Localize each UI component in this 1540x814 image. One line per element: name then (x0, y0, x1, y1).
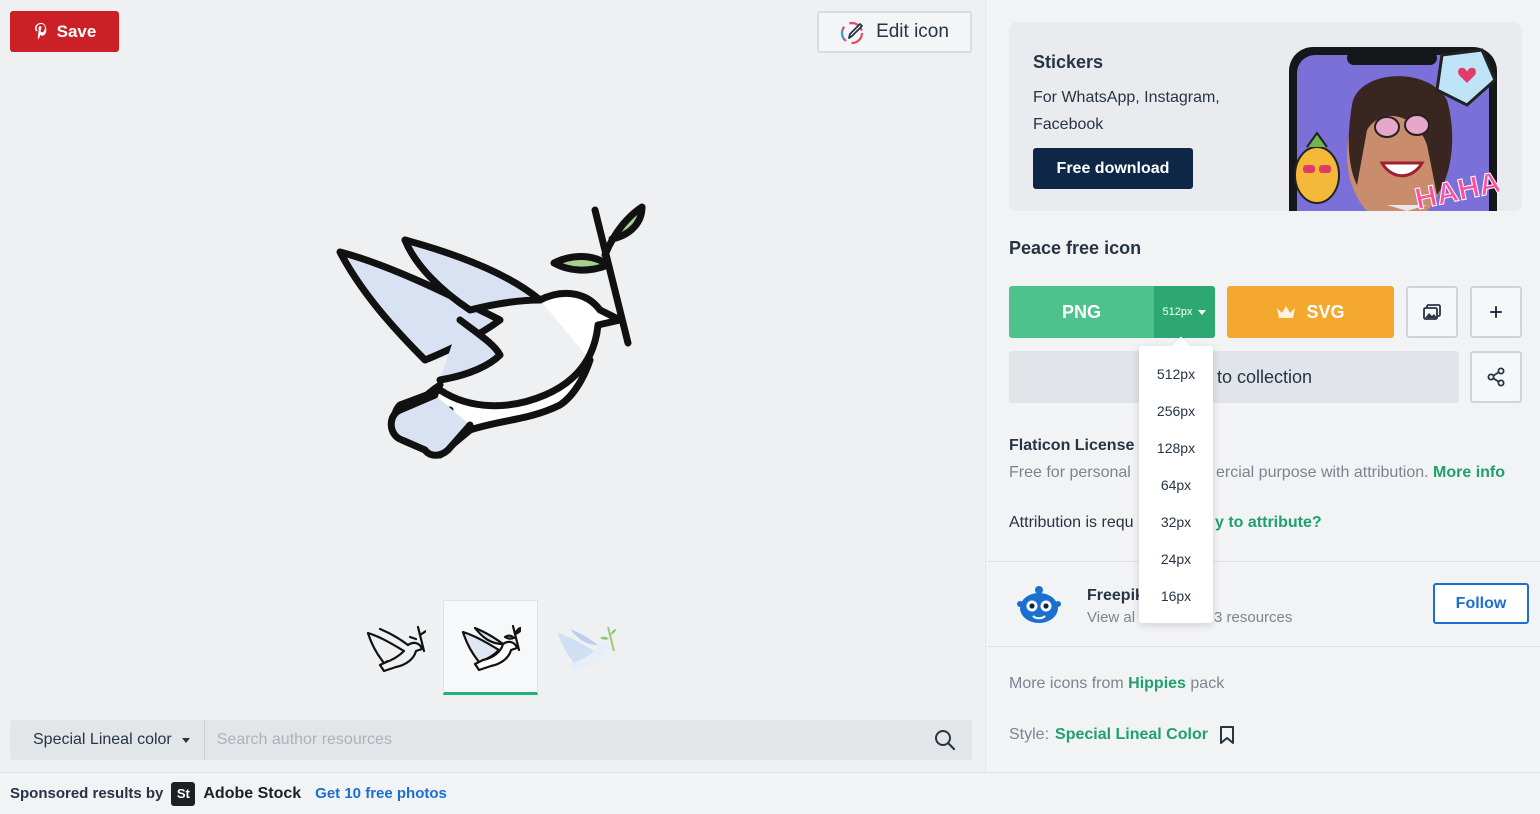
add-to-collection-button[interactable]: to collection (1009, 351, 1459, 403)
crown-icon (1277, 306, 1296, 318)
save-label: Save (56, 21, 97, 41)
size-option[interactable]: 16px (1139, 567, 1213, 604)
image-preview-button[interactable] (1406, 286, 1458, 338)
pencil-icon (840, 21, 864, 45)
search-icon[interactable] (934, 729, 956, 751)
dove-lineal-color-icon (461, 624, 521, 671)
details-panel: Stickers For WhatsApp, Instagram, Facebo… (985, 0, 1540, 772)
add-button[interactable] (1470, 286, 1522, 338)
more-info-link[interactable]: More info (1433, 464, 1505, 481)
dove-icon (336, 203, 646, 459)
pinterest-save-button[interactable]: Save (10, 11, 119, 52)
license-title: Flaticon License (1009, 437, 1135, 454)
author-search-bar: Special Lineal color (10, 720, 972, 760)
style-select[interactable]: Special Lineal color (10, 720, 205, 760)
style-select-label: Special Lineal color (33, 731, 172, 748)
freepik-avatar[interactable] (1016, 584, 1062, 624)
attribution-text: Attribution is requ (1009, 514, 1134, 531)
size-option[interactable]: 64px (1139, 457, 1213, 494)
more-pack-row: More icons from Hippies pack (1009, 675, 1224, 693)
png-size-value: 512px (1162, 306, 1193, 318)
pack-link[interactable]: Hippies (1128, 675, 1186, 692)
page: Save Edit icon Special Lineal color Sear… (0, 0, 1540, 814)
gallery-icon (1423, 304, 1441, 320)
svg-label: SVG (1306, 301, 1345, 322)
size-option[interactable]: 24px (1139, 530, 1213, 567)
license-text-right: ercial purpose with attribution. More in… (1216, 464, 1506, 481)
edit-label: Edit icon (876, 21, 949, 42)
promo-subtitle: For WhatsApp, Instagram, Facebook (1033, 89, 1220, 133)
share-button[interactable] (1470, 351, 1522, 403)
bookmark-icon[interactable] (1218, 725, 1236, 745)
size-option[interactable]: 128px (1139, 420, 1213, 457)
author-sub-right: 3 resources (1214, 609, 1293, 626)
style-label: Style: (1009, 726, 1050, 743)
author-resources: View al 3 resources (1087, 609, 1292, 626)
collection-label: to collection (1217, 366, 1313, 387)
png-label: PNG (1061, 301, 1101, 322)
style-row: Style: Special Lineal Color (1009, 725, 1236, 745)
more-pack-prefix: More icons from (1009, 675, 1124, 692)
how-to-attribute-link[interactable]: y to attribute? (1215, 514, 1322, 532)
adobe-stock-logo: St (171, 781, 196, 806)
more-pack-suffix: pack (1190, 675, 1225, 692)
size-option[interactable]: 32px (1139, 494, 1213, 531)
chevron-down-icon (181, 737, 190, 743)
free-download-button[interactable]: Free download (1033, 148, 1193, 189)
author-name[interactable]: Freepik (1087, 587, 1144, 605)
size-option[interactable]: 512px (1139, 346, 1213, 383)
author-search-input[interactable] (204, 731, 934, 749)
license-text: Free for personal ercial purpose with at… (1009, 464, 1505, 482)
chevron-down-icon (1198, 309, 1207, 315)
style-thumbnails (348, 600, 633, 695)
stickers-promo: Stickers For WhatsApp, Instagram, Facebo… (1009, 22, 1522, 211)
promo-title: Stickers (1033, 52, 1104, 72)
attribution-row: Attribution is requ y to attribute? (1009, 514, 1322, 532)
author-sub-left: View al (1087, 609, 1136, 626)
thumb-lineal-color[interactable] (443, 600, 538, 695)
preview-panel: Save Edit icon Special Lineal color Sear… (0, 0, 985, 770)
license-text-left: Free for personal (1009, 464, 1131, 481)
share-icon (1487, 367, 1505, 387)
follow-button[interactable]: Follow (1433, 583, 1529, 624)
thumb-flat[interactable] (538, 600, 633, 695)
svg-download-button[interactable]: SVG (1227, 286, 1394, 338)
sponsored-bar: Sponsored results by St Adobe Stock Get … (0, 772, 1540, 814)
png-size-select[interactable]: 512px (1154, 286, 1215, 338)
png-download-button[interactable]: PNG 512px (1009, 286, 1215, 338)
pinterest-icon (34, 22, 46, 39)
phone-stickers-image: HAHA (1289, 47, 1499, 211)
sponsored-label: Sponsored results by (10, 785, 164, 802)
divider (986, 646, 1540, 647)
adobe-stock-brand: Adobe Stock (203, 784, 302, 802)
icon-title: Peace free icon (1009, 238, 1142, 258)
plus-icon (1490, 306, 1502, 318)
style-link[interactable]: Special Lineal Color (1055, 726, 1208, 744)
author-row: Freepik View al 3 resources Follow (986, 562, 1540, 646)
free-photos-link[interactable]: Get 10 free photos (315, 785, 447, 802)
size-options-list: 512px 256px 128px 64px 32px 24px 16px (1139, 346, 1213, 604)
png-size-dropdown: 512px 256px 128px 64px 32px 24px 16px (1139, 346, 1213, 623)
thumb-lineal[interactable] (348, 600, 443, 695)
dove-lineal-icon (366, 625, 426, 672)
size-option[interactable]: 256px (1139, 383, 1213, 420)
edit-icon-button[interactable]: Edit icon (817, 11, 972, 53)
dove-flat-icon (557, 626, 616, 671)
